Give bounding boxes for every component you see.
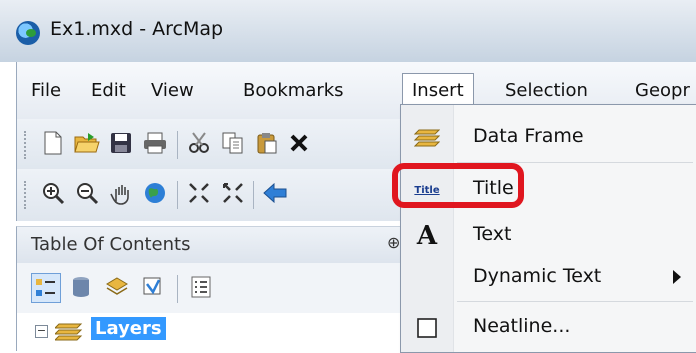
menu-item-text[interactable]: A Text — [401, 213, 696, 259]
menu-divider — [457, 301, 693, 302]
zoom-in-icon[interactable] — [39, 179, 67, 207]
open-folder-icon[interactable] — [73, 129, 101, 157]
save-icon[interactable] — [107, 129, 135, 157]
menu-bookmarks[interactable]: Bookmarks — [243, 80, 344, 101]
menu-item-neatline[interactable]: Neatline... — [401, 305, 696, 351]
list-by-source-icon[interactable] — [67, 273, 95, 301]
highlight-ring — [392, 163, 524, 208]
toolbar-separator — [177, 131, 178, 159]
toc-title: Table Of Contents — [31, 234, 191, 255]
collapse-expander[interactable]: − — [35, 325, 48, 338]
neatline-icon — [413, 315, 441, 341]
toc-tree: − Layers — [16, 313, 405, 351]
pin-icon[interactable]: ⊕ — [387, 233, 400, 252]
text-icon-glyph: A — [416, 221, 438, 251]
layers-data-frame-label[interactable]: Layers — [91, 317, 166, 340]
toc-header: Table Of Contents ⊕ — [16, 226, 405, 263]
menu-geoprocessing[interactable]: Geopr — [635, 80, 690, 101]
toolbar-separator — [177, 275, 178, 303]
menu-selection[interactable]: Selection — [505, 80, 588, 101]
menu-insert[interactable]: Insert — [402, 73, 474, 105]
submenu-arrow-icon — [673, 270, 681, 284]
data-frame-icon — [413, 125, 441, 151]
menu-item-label: Dynamic Text — [473, 265, 602, 287]
copy-icon[interactable] — [219, 129, 247, 157]
list-by-visibility-icon[interactable] — [103, 273, 131, 301]
menu-item-label: Text — [473, 223, 512, 245]
pan-hand-icon[interactable] — [107, 179, 135, 207]
list-by-selection-icon[interactable] — [139, 273, 167, 301]
options-icon[interactable] — [187, 273, 215, 301]
toolbar-grip[interactable] — [24, 181, 29, 209]
zoom-out-icon[interactable] — [73, 179, 101, 207]
menu-item-label: Data Frame — [473, 125, 584, 147]
tools-toolbar — [16, 169, 405, 221]
standard-toolbar — [16, 119, 405, 171]
fixed-zoom-out-icon[interactable] — [219, 179, 247, 207]
cut-icon[interactable] — [185, 129, 213, 157]
toc-toolbar — [16, 263, 405, 313]
full-extent-globe-icon[interactable] — [141, 179, 169, 207]
toolbar-grip[interactable] — [24, 131, 29, 159]
toolbar-separator — [253, 181, 254, 209]
arcmap-app-icon — [16, 21, 40, 45]
print-icon[interactable] — [141, 129, 169, 157]
menu-edit[interactable]: Edit — [91, 80, 126, 101]
fixed-zoom-in-icon[interactable] — [185, 179, 213, 207]
paste-icon[interactable] — [253, 129, 281, 157]
new-document-icon[interactable] — [39, 129, 67, 157]
menu-view[interactable]: View — [151, 80, 194, 101]
text-icon: A — [413, 221, 441, 251]
menu-item-dynamic-text[interactable]: Dynamic Text — [401, 255, 696, 301]
delete-icon[interactable] — [285, 129, 313, 157]
title-bar: Ex1.mxd - ArcMap — [0, 0, 696, 62]
list-by-drawing-order-icon[interactable] — [31, 273, 61, 303]
toolbar-separator — [177, 181, 178, 209]
menu-file[interactable]: File — [31, 80, 61, 101]
window-title: Ex1.mxd - ArcMap — [50, 18, 224, 40]
menu-item-label: Neatline... — [473, 315, 571, 337]
menu-item-data-frame[interactable]: Data Frame — [401, 115, 696, 161]
layers-icon — [53, 321, 83, 341]
insert-menu-dropdown: Data Frame Title Title A Text Dynamic Te… — [400, 104, 696, 353]
go-back-arrow-icon[interactable] — [261, 179, 289, 207]
